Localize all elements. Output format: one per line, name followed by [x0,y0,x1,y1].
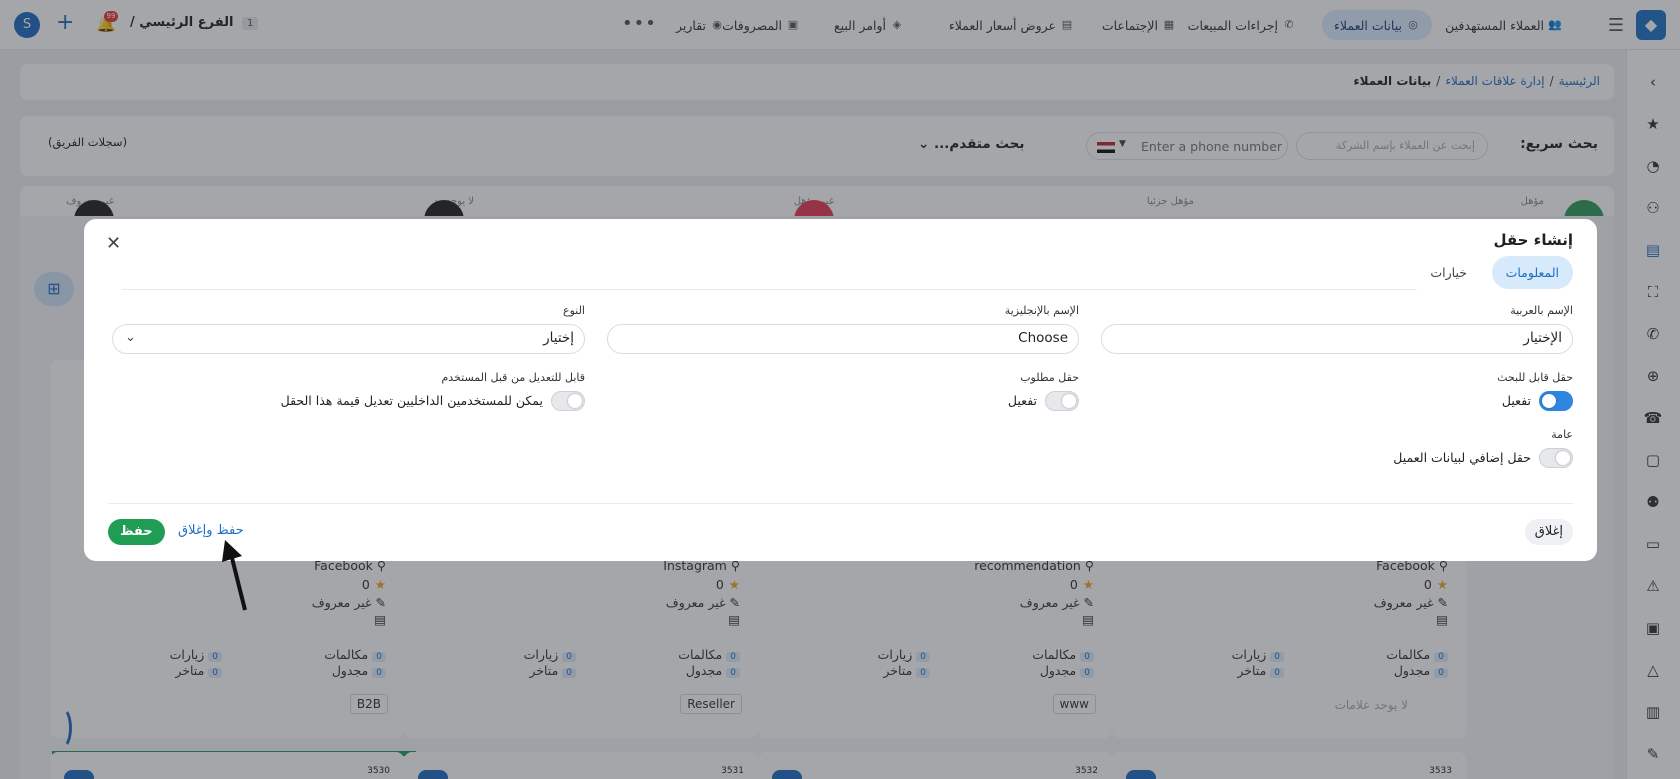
type-select-value: إختيار [543,330,574,346]
searchable-toggle-text: تفعيل [1501,393,1531,408]
editable-toggle[interactable] [551,391,585,411]
pointer-arrow-icon [222,540,247,611]
general-toggle[interactable] [1539,448,1573,468]
name-en-label: الإسم بالإنجليزية [1004,304,1079,317]
footer-divider [108,503,1573,504]
general-toggle-text: حقل إضافي لبيانات العميل [1393,450,1531,465]
name-ar-input[interactable]: الإختيار [1101,324,1573,354]
tab-options[interactable]: خيارات [1416,256,1481,289]
type-select[interactable]: إختيار ⌄ [112,324,585,354]
name-ar-label: الإسم بالعربية [1510,304,1573,317]
save-and-close-button[interactable]: حفظ وإغلاق [178,523,244,538]
close-button[interactable]: إغلاق [1524,519,1573,545]
close-icon[interactable]: ✕ [106,235,121,253]
save-button[interactable]: حفظ [108,519,165,545]
required-toggle-text: تفعيل [1007,393,1037,408]
editable-toggle-text: يمكن للمستخدمين الداخليين تعديل قيمة هذا… [280,393,543,408]
create-field-modal: إنشاء حقل ✕ المعلومات خيارات الإسم بالعر… [84,219,1597,561]
general-label: عامة [1551,428,1573,441]
chevron-down-icon: ⌄ [125,330,136,345]
required-label: حقل مطلوب [1020,371,1079,384]
name-en-input[interactable]: Choose [607,324,1079,354]
tab-information[interactable]: المعلومات [1491,256,1573,289]
tab-divider [122,289,1417,290]
type-label: النوع [563,304,585,317]
required-toggle[interactable] [1045,391,1079,411]
searchable-label: حقل قابل للبحث [1497,371,1573,384]
searchable-toggle[interactable] [1539,391,1573,411]
modal-title: إنشاء حقل [1493,231,1573,249]
editable-label: قابل للتعديل من قبل المستخدم [441,371,585,384]
